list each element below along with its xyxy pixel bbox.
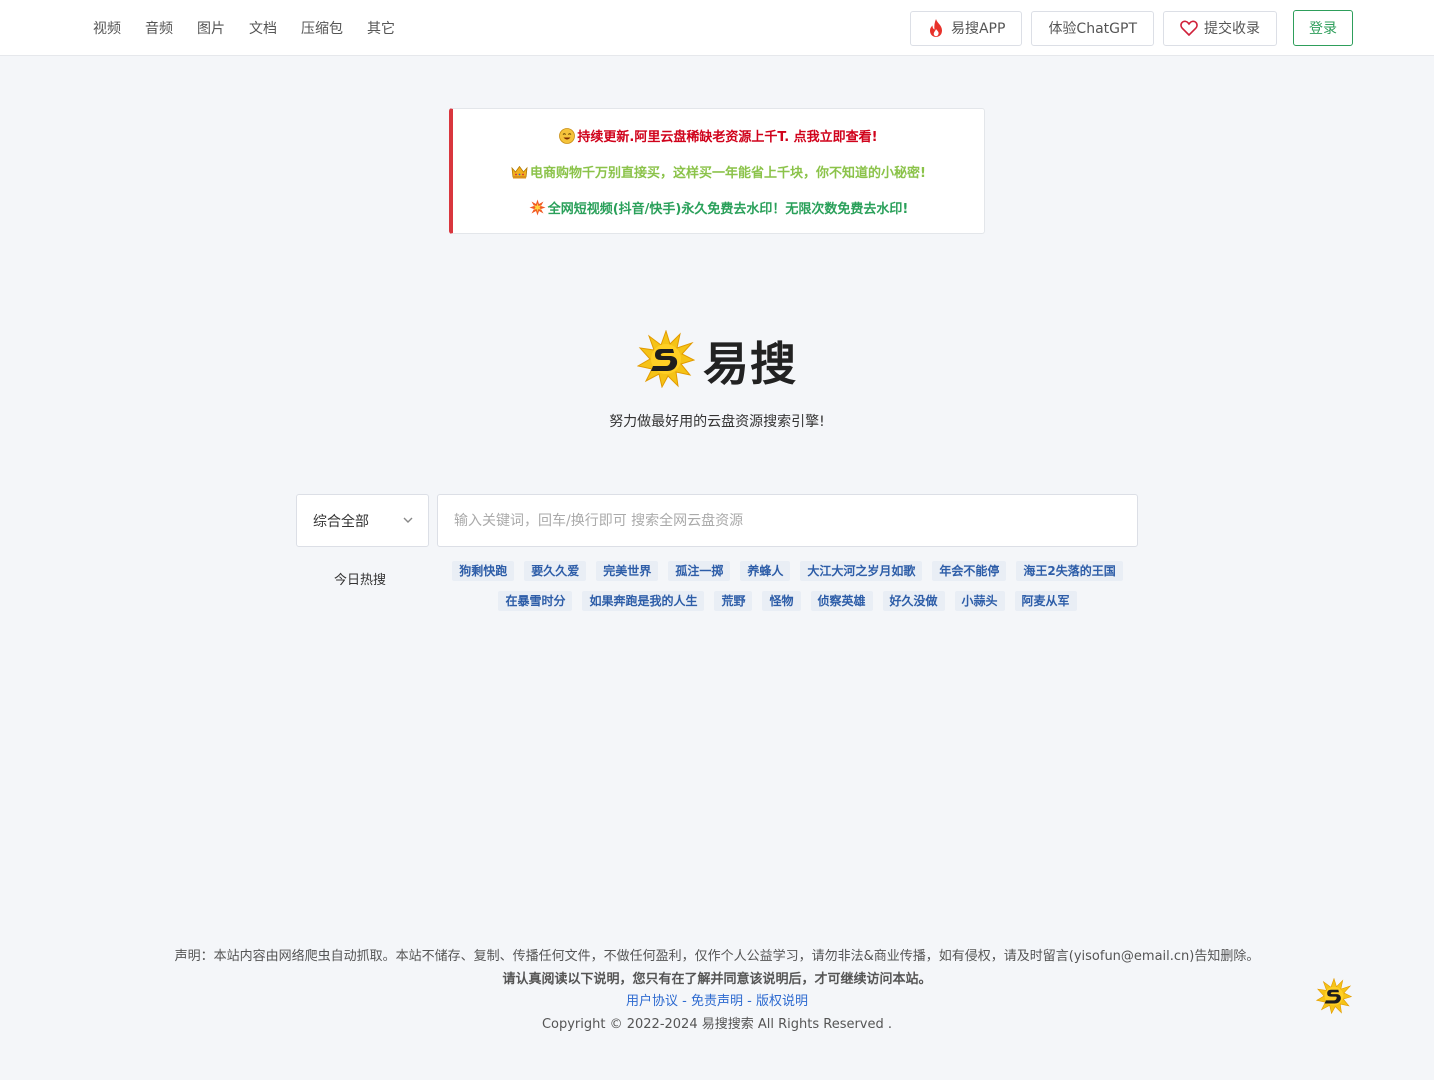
footer-notice: 请认真阅读以下说明，您只有在了解并同意该说明后，才可继续访问本站。 — [502, 972, 932, 987]
announcement-text-2: 电商购物千万别直接买，这样买一年能省上千块，你不知道的小秘密! — [530, 166, 926, 181]
hot-search-tag[interactable]: 好久没做 — [882, 591, 945, 611]
hot-search-tag[interactable]: 大江大河之岁月如歌 — [800, 561, 923, 581]
footer-disclaimer: 声明：本站内容由网络爬虫自动抓取。本站不储存、复制、传播任何文件，不做任何盈利，… — [174, 949, 1260, 964]
site-slogan: 努力做最好用的云盘资源搜索引擎! — [609, 414, 825, 430]
announcement-link-aliyun[interactable]: 持续更新.阿里云盘稀缺老资源上千T. 点我立即查看! — [453, 126, 984, 145]
hot-search-tag[interactable]: 怪物 — [762, 591, 801, 611]
hot-search-row-2: 在暴雪时分 如果奔跑是我的人生 荒野 怪物 侦察英雄 好久没做 小蒜头 阿麦从军 — [437, 591, 1138, 611]
hot-search-tag[interactable]: 狗剩快跑 — [452, 561, 515, 581]
site-logo: 易搜 — [636, 328, 797, 394]
announcement-link-watermark[interactable]: 全网短视频(抖音/快手)永久免费去水印！无限次数免费去水印! — [453, 198, 984, 217]
hot-search-tag[interactable]: 荒野 — [714, 591, 753, 611]
chatgpt-button[interactable]: 体验ChatGPT — [1031, 10, 1154, 46]
announcement-text-3: 全网短视频(抖音/快手)永久免费去水印！无限次数免费去水印! — [547, 202, 909, 217]
top-navbar: 视频 音频 图片 文档 压缩包 其它 易搜APP 体验ChatGPT 提交收录 … — [0, 0, 1434, 56]
disclaimer-link[interactable]: 免责声明 — [691, 994, 743, 1009]
chatgpt-button-label: 体验ChatGPT — [1048, 21, 1137, 37]
footer-copyright: Copyright © 2022-2024 易搜搜索 All Rights Re… — [541, 1017, 893, 1032]
nav-link-audio[interactable]: 音频 — [145, 18, 173, 38]
hot-search-tag[interactable]: 孤注一掷 — [668, 561, 731, 581]
hot-search-tag[interactable]: 如果奔跑是我的人生 — [582, 591, 705, 611]
nav-link-document[interactable]: 文档 — [249, 18, 277, 38]
category-nav: 视频 音频 图片 文档 压缩包 其它 — [93, 0, 419, 56]
collision-emoji-icon — [529, 199, 546, 216]
nav-link-video[interactable]: 视频 — [93, 18, 121, 38]
login-button-label: 登录 — [1309, 21, 1337, 37]
logo-text: 易搜 — [703, 337, 797, 391]
footer-link-separator: - — [743, 994, 756, 1009]
hot-search-tag[interactable]: 阿麦从军 — [1014, 591, 1077, 611]
announcement-box: 持续更新.阿里云盘稀缺老资源上千T. 点我立即查看! 电商购物千万别直接买，这样… — [449, 108, 985, 234]
login-button[interactable]: 登录 — [1293, 10, 1353, 46]
copyright-link[interactable]: 版权说明 — [756, 994, 808, 1009]
hot-search-tag[interactable]: 养蜂人 — [740, 561, 791, 581]
announcement-link-shopping[interactable]: 电商购物千万别直接买，这样买一年能省上千块，你不知道的小秘密! — [453, 162, 984, 181]
nav-link-image[interactable]: 图片 — [197, 18, 225, 38]
user-agreement-link[interactable]: 用户协议 — [626, 994, 678, 1009]
submit-resource-button[interactable]: 提交收录 — [1163, 10, 1277, 46]
smile-emoji-icon — [559, 127, 576, 144]
hot-search-tag[interactable]: 侦察英雄 — [810, 591, 873, 611]
hot-search-tag[interactable]: 要久久爱 — [524, 561, 587, 581]
announcement-text-1: 持续更新.阿里云盘稀缺老资源上千T. 点我立即查看! — [577, 130, 878, 145]
hot-search-tag[interactable]: 在暴雪时分 — [498, 591, 573, 611]
nav-link-other[interactable]: 其它 — [367, 18, 395, 38]
submit-resource-label: 提交收录 — [1204, 21, 1260, 37]
heart-icon — [1180, 20, 1198, 36]
flame-icon — [927, 18, 945, 38]
nav-actions: 易搜APP 体验ChatGPT 提交收录 登录 — [901, 10, 1353, 46]
hot-search-tag[interactable]: 海王2失落的王国 — [1016, 561, 1123, 581]
hot-search-label: 今日热搜 — [334, 573, 387, 588]
floating-logo-icon[interactable] — [1315, 977, 1353, 1018]
footer-link-separator: - — [678, 994, 691, 1009]
category-select-value: 综合全部 — [313, 513, 369, 530]
hot-search-tag[interactable]: 小蒜头 — [954, 591, 1005, 611]
app-button-label: 易搜APP — [950, 21, 1006, 37]
hot-search-row-1: 狗剩快跑 要久久爱 完美世界 孤注一掷 养蜂人 大江大河之岁月如歌 年会不能停 … — [437, 561, 1138, 581]
search-input[interactable] — [437, 494, 1138, 547]
category-select[interactable]: 综合全部 — [296, 494, 429, 547]
chevron-down-icon — [402, 514, 414, 530]
logo-sunburst-icon — [636, 329, 696, 392]
app-button[interactable]: 易搜APP — [909, 10, 1023, 46]
hot-search-tag[interactable]: 年会不能停 — [932, 561, 1007, 581]
footer-links: 用户协议 - 免责声明 - 版权说明 — [0, 990, 1434, 1009]
hot-search-tag[interactable]: 完美世界 — [596, 561, 659, 581]
crown-emoji-icon — [511, 165, 528, 179]
nav-link-archive[interactable]: 压缩包 — [301, 18, 343, 38]
